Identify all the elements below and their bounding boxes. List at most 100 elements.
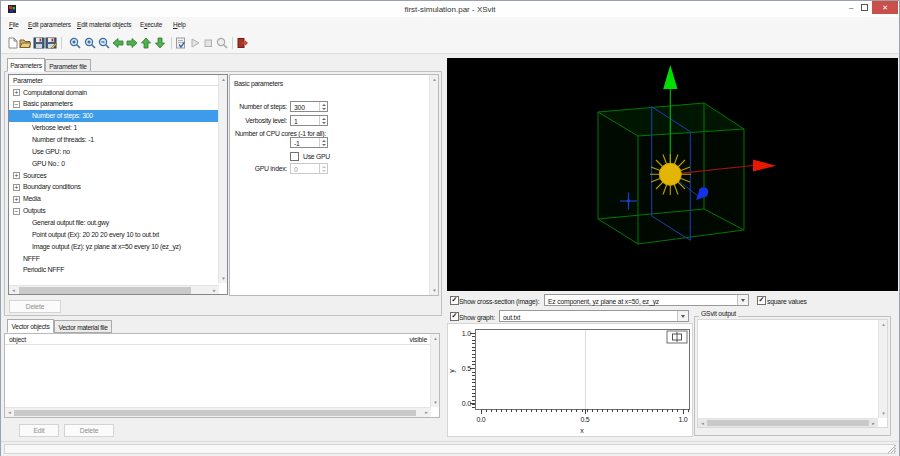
svg-text:y: y xyxy=(448,369,456,373)
3d-preview[interactable] xyxy=(447,58,898,291)
tree-item[interactable]: +Computational domain xyxy=(9,87,219,99)
tree-item[interactable]: +Boundary conditions xyxy=(9,181,219,193)
expand-icon[interactable]: + xyxy=(13,172,20,179)
move-up-icon[interactable] xyxy=(140,37,152,49)
expand-icon[interactable]: + xyxy=(13,184,20,191)
x-axis-arrow xyxy=(753,160,776,172)
tree-vertical-scrollbar[interactable]: ▲▼ xyxy=(218,75,227,283)
tree-horizontal-scrollbar[interactable]: ◄► xyxy=(9,285,219,294)
tree-item[interactable]: −Basic parameters xyxy=(9,98,219,110)
table-vertical-scrollbar[interactable]: ▲▼ xyxy=(430,334,439,407)
gsvit-vertical-scrollbar[interactable]: ▲▼ xyxy=(878,320,887,418)
collapse-icon[interactable]: − xyxy=(13,208,20,215)
steps-label: Number of steps: xyxy=(230,103,287,110)
tree-item[interactable]: +Media xyxy=(9,193,219,205)
menu-execute[interactable]: Execute xyxy=(140,21,162,28)
save-as-icon[interactable] xyxy=(45,37,57,49)
column-object[interactable]: object xyxy=(9,336,26,343)
toolbar-separator xyxy=(171,37,172,49)
menu-edit-parameters[interactable]: Edit parameters xyxy=(28,21,71,28)
open-file-icon[interactable] xyxy=(19,37,31,49)
tab-vector-material-file[interactable]: Vector material file xyxy=(54,320,112,333)
move-right-icon[interactable] xyxy=(126,37,138,49)
tree-item[interactable]: Verbose level: 1 xyxy=(9,122,219,134)
check-params-icon[interactable] xyxy=(175,37,187,49)
tree-item-label: NFFF xyxy=(23,255,40,262)
menu-edit-material-objects[interactable]: Edit material objects xyxy=(77,21,131,28)
tab-parameters[interactable]: Parameters xyxy=(7,58,45,72)
tree-item-label: Basic parameters xyxy=(23,100,73,107)
tree-item-label: Verbose level: 1 xyxy=(32,124,77,131)
square-values-checkbox[interactable]: ✓ xyxy=(757,296,766,305)
gsvit-horizontal-scrollbar[interactable]: ◄► xyxy=(698,418,878,427)
gpu-index-label: GPU index: xyxy=(230,165,287,172)
show-cross-section-checkbox[interactable]: ✓ xyxy=(450,296,459,305)
tree-delete-button[interactable]: Delete xyxy=(9,300,61,313)
tree-item-label: Image output (Ez): yz plane at x=50 ever… xyxy=(32,243,181,250)
toolbar-separator xyxy=(61,37,62,49)
tree-item-label: GPU No.: 0 xyxy=(32,160,65,167)
use-gpu-checkbox[interactable] xyxy=(290,152,299,161)
steps-spinbox[interactable]: 300 xyxy=(290,101,328,112)
close-button[interactable]: ✕ xyxy=(872,1,898,14)
column-visible[interactable]: visible xyxy=(410,336,428,343)
table-horizontal-scrollbar[interactable]: ◄► xyxy=(5,407,431,417)
tree-item[interactable]: NFFF xyxy=(9,253,219,265)
tree-column-header: Parameter xyxy=(9,75,219,86)
move-down-icon[interactable] xyxy=(154,37,166,49)
resize-grip[interactable] xyxy=(887,444,897,454)
tree-item[interactable]: +Sources xyxy=(9,170,219,182)
graph-combo[interactable]: out.txt xyxy=(499,310,689,322)
basic-parameters-form: Basic parameters Number of steps: 300 Ve… xyxy=(229,74,439,296)
expand-icon[interactable]: + xyxy=(13,89,20,96)
cross-section-combo[interactable]: Ez component, yz plane at x=50, ez_yz xyxy=(544,294,749,306)
zoom-in-icon[interactable] xyxy=(69,37,81,49)
tree-item[interactable]: −Outputs xyxy=(9,205,219,217)
table-header: object visible xyxy=(5,334,439,345)
window-title: first-simulation.par - XSvit xyxy=(1,5,899,14)
vector-edit-button[interactable]: Edit xyxy=(19,424,59,437)
save-file-icon[interactable] xyxy=(33,37,45,49)
tree-item[interactable]: Use GPU: no xyxy=(9,146,219,158)
maximize-button[interactable] xyxy=(861,4,868,11)
menu-help[interactable]: Help xyxy=(173,21,186,28)
show-graph-checkbox[interactable]: ✓ xyxy=(450,312,459,321)
tree-item-label: Periodic NFFF xyxy=(23,266,64,273)
minimize-button[interactable]: – xyxy=(844,1,858,14)
menu-file[interactable]: File xyxy=(9,21,19,28)
z-axis-arrow xyxy=(663,65,677,89)
tree-item[interactable]: Number of steps: 300 xyxy=(9,110,219,122)
run-icon xyxy=(189,37,201,49)
gpu-index-spinbox: 0 xyxy=(290,163,328,174)
form-title: Basic parameters xyxy=(234,80,283,87)
tree-item[interactable]: GPU No.: 0 xyxy=(9,158,219,170)
square-values-label: square values xyxy=(767,298,807,305)
tree-item[interactable]: Periodic NFFF xyxy=(9,264,219,276)
tab-vector-objects[interactable]: Vector objects xyxy=(7,319,54,333)
svg-text:x: x xyxy=(580,427,584,434)
tree-item-label: Use GPU: no xyxy=(32,148,70,155)
svg-text:1.0: 1.0 xyxy=(462,330,471,337)
new-file-icon[interactable] xyxy=(7,37,19,49)
form-vertical-scrollbar[interactable]: ▲▼ xyxy=(429,75,438,295)
cpu-cores-spinbox[interactable]: -1 xyxy=(290,137,328,148)
tree-item[interactable]: Image output (Ez): yz plane at x=50 ever… xyxy=(9,241,219,253)
move-left-icon[interactable] xyxy=(112,37,124,49)
expand-icon[interactable]: + xyxy=(13,196,20,203)
collapse-icon[interactable]: − xyxy=(13,101,20,108)
gsvit-output-textarea[interactable]: ▲▼ ◄► xyxy=(697,319,888,428)
cpu-cores-label: Number of CPU cores (-1 for all): xyxy=(230,130,326,137)
verbosity-spinbox[interactable]: 1 xyxy=(290,115,328,126)
tree-item[interactable]: Point output (Ex): 20 20 20 every 10 to … xyxy=(9,229,219,241)
tree-item[interactable]: General output file: out.gwy xyxy=(9,217,219,229)
graph-widget: 1.0 0.5 0.0 0.0 0.5 1.0 x y xyxy=(447,323,693,437)
vector-delete-button[interactable]: Delete xyxy=(64,424,114,437)
svg-text:0.0: 0.0 xyxy=(476,416,485,423)
tree-item[interactable]: Number of threads: -1 xyxy=(9,134,219,146)
parameter-tree: Parameter +Computational domain−Basic pa… xyxy=(8,74,228,295)
zoom-out-icon[interactable] xyxy=(98,37,110,49)
zoom-in-alt-icon[interactable] xyxy=(84,37,96,49)
tree-item-label: Media xyxy=(23,195,41,202)
menu-bar: File Edit parameters Edit material objects… xyxy=(1,17,899,30)
quit-icon[interactable] xyxy=(236,37,248,49)
